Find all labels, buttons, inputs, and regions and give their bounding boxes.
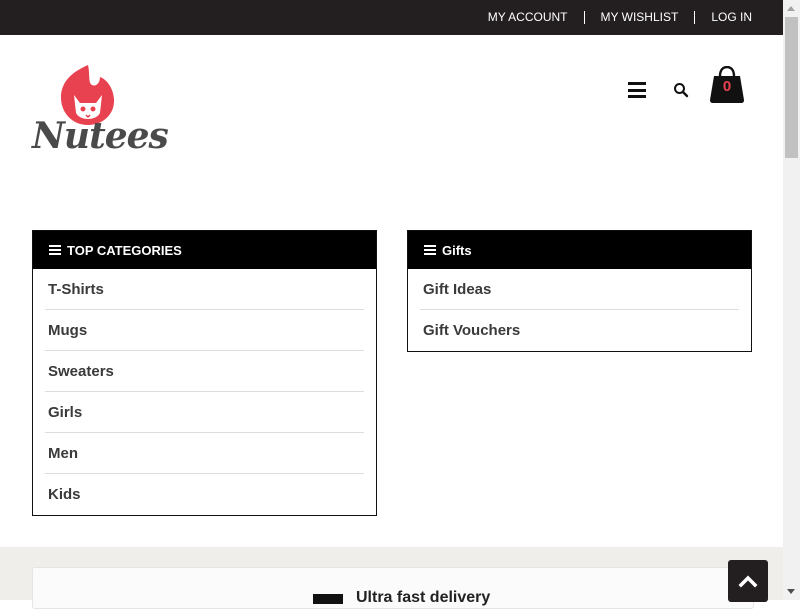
category-item-gift-vouchers[interactable]: Gift Vouchers — [420, 310, 739, 350]
panel-title: TOP CATEGORIES — [67, 242, 182, 258]
my-account-link[interactable]: MY ACCOUNT — [472, 11, 584, 24]
scroll-down-icon[interactable] — [787, 589, 795, 594]
category-list: T-Shirts Mugs Sweaters Girls Men Kids — [33, 269, 376, 514]
category-item-mugs[interactable]: Mugs — [45, 310, 364, 351]
account-links: MY ACCOUNT MY WISHLIST LOG IN — [472, 0, 752, 35]
category-item-men[interactable]: Men — [45, 433, 364, 474]
page-scrollbar[interactable] — [783, 0, 800, 600]
site-logo[interactable]: Nutees — [30, 63, 169, 161]
chevron-up-icon — [738, 575, 758, 588]
category-item-sweaters[interactable]: Sweaters — [45, 351, 364, 392]
delivery-truck-icon — [313, 594, 343, 604]
list-icon — [424, 243, 436, 257]
category-item-kids[interactable]: Kids — [45, 474, 364, 514]
log-in-link[interactable]: LOG IN — [695, 11, 752, 24]
category-item-girls[interactable]: Girls — [45, 392, 364, 433]
cart-count-badge: 0 — [722, 78, 732, 95]
gifts-header: Gifts — [408, 231, 751, 269]
gifts-list: Gift Ideas Gift Vouchers — [408, 269, 751, 350]
scroll-up-icon[interactable] — [787, 6, 795, 11]
category-item-gift-ideas[interactable]: Gift Ideas — [420, 269, 739, 310]
back-to-top-button[interactable] — [728, 560, 768, 602]
list-icon — [49, 243, 61, 257]
cart-button[interactable]: 0 — [709, 65, 745, 104]
search-icon[interactable] — [673, 82, 689, 98]
my-wishlist-link[interactable]: MY WISHLIST — [585, 11, 695, 24]
category-item-t-shirts[interactable]: T-Shirts — [45, 269, 364, 310]
logo-wordmark: Nutees — [32, 115, 169, 157]
gifts-panel: Gifts Gift Ideas Gift Vouchers — [407, 230, 752, 352]
panel-title: Gifts — [442, 242, 472, 258]
menu-icon[interactable] — [628, 82, 646, 98]
feature-title: Ultra fast delivery — [356, 589, 491, 606]
top-categories-header: TOP CATEGORIES — [33, 231, 376, 269]
top-bar: MY ACCOUNT MY WISHLIST LOG IN — [0, 0, 783, 35]
top-categories-panel: TOP CATEGORIES T-Shirts Mugs Sweaters Gi… — [32, 230, 377, 516]
scrollbar-thumb[interactable] — [785, 17, 798, 158]
